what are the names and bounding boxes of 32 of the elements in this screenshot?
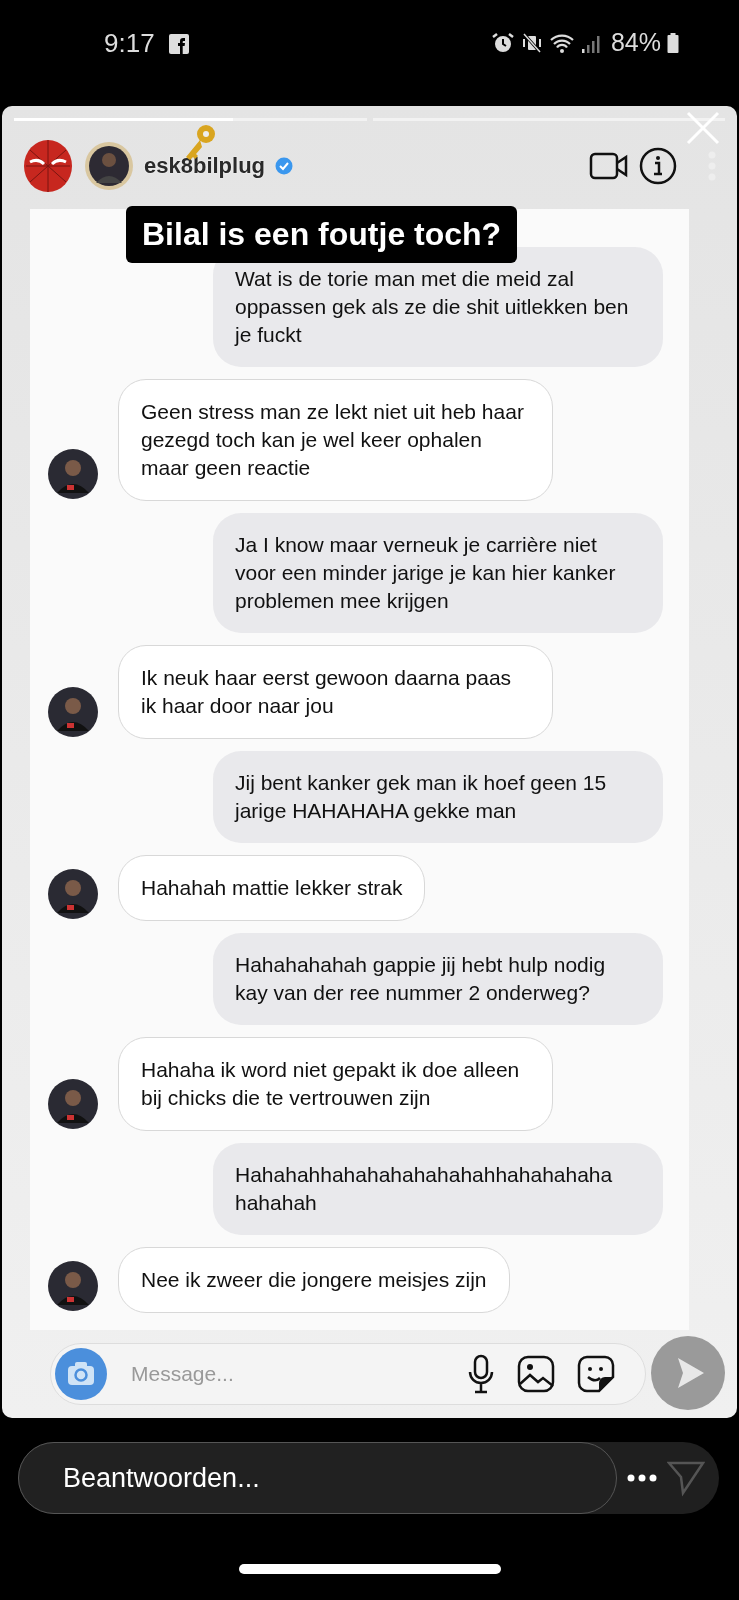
alarm-icon (490, 31, 515, 54)
profile-avatar[interactable] (84, 141, 134, 191)
received-message: Hahahah mattie lekker strak (118, 855, 426, 921)
contact-avatar[interactable] (48, 687, 98, 737)
contact-avatar[interactable] (48, 869, 98, 919)
received-message: Nee ik zweer die jongere meisjes zijn (118, 1247, 510, 1313)
facebook-icon (168, 33, 189, 54)
contact-avatar[interactable] (48, 1079, 98, 1129)
sent-message: Hahahahahah gappie jij hebt hulp nodig kay van der ree nummer 2 onderweg? (213, 933, 663, 1025)
username[interactable]: esk8bilplug (144, 153, 266, 179)
mask-avatar[interactable] (22, 138, 74, 194)
contact-avatar[interactable] (48, 449, 98, 499)
received-message: Geen stress man ze lekt niet uit heb haar gezegd toch kan je wel keer ophalen maar geen reactie (118, 379, 553, 501)
microphone-icon[interactable] (467, 1354, 495, 1394)
sent-message: Hahahahhahahahahahahahhahahahaha hahahah (213, 1143, 663, 1235)
sent-message: Ja I know maar verneuk je carrière niet voor een minder jarige je kan hier kanker problemen mee krijgen (213, 513, 663, 633)
message-field[interactable]: Message... (129, 1361, 445, 1387)
contact-avatar[interactable] (48, 1261, 98, 1311)
info-icon[interactable] (639, 147, 677, 185)
gallery-icon[interactable] (517, 1355, 555, 1393)
sticker-icon[interactable] (577, 1355, 615, 1393)
received-message: Ik neuk haar eerst gewoon daarna paas ik haar door naar jou (118, 645, 553, 739)
sent-message: Jij bent kanker gek man ik hoef geen 15 jarige HAHAHAHA gekke man (213, 751, 663, 843)
video-call-icon[interactable] (589, 150, 629, 182)
battery-icon (667, 31, 679, 54)
camera-icon[interactable] (55, 1348, 107, 1400)
clock: 9:17 (104, 28, 155, 59)
battery-percentage: 84% (610, 28, 661, 57)
reply-field[interactable]: Beantwoorden... (18, 1442, 617, 1514)
vibrate-mute-icon (520, 31, 543, 54)
more-icon[interactable] (627, 1474, 657, 1482)
received-message: Hahaha ik word niet gepakt ik doe alleen bij chicks die te vertrouwen zijn (118, 1037, 553, 1131)
